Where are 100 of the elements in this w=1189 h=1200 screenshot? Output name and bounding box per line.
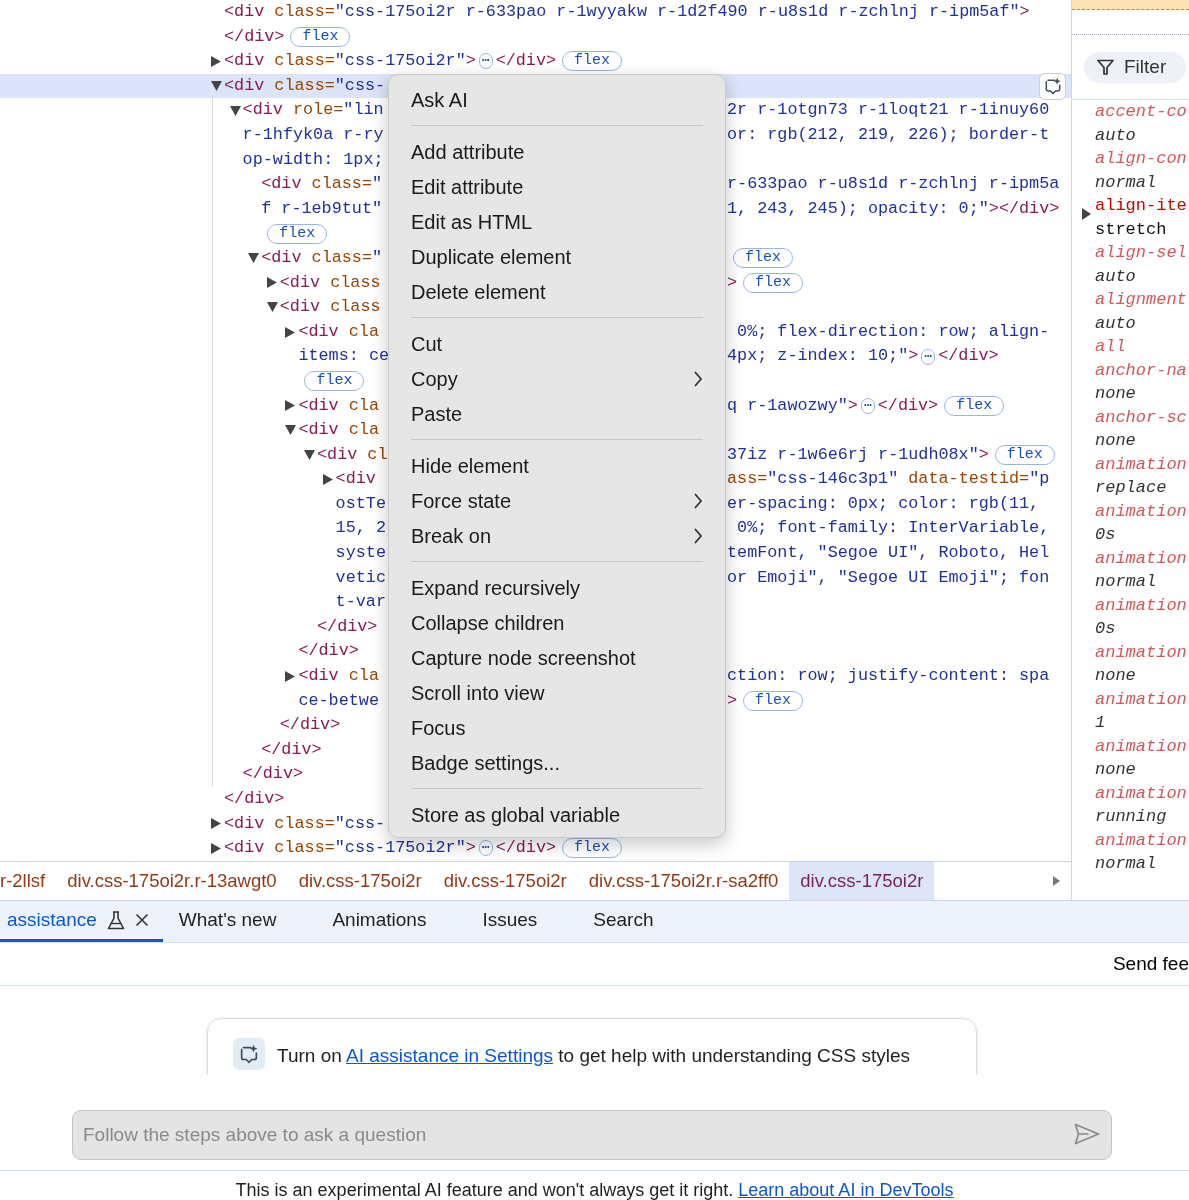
disclaimer-text: This is an experimental AI feature and won't always get it right. Learn about AI in DevTools: [234, 1179, 955, 1200]
menu-item[interactable]: Force state: [389, 483, 725, 518]
triangle-right-icon[interactable]: [1082, 207, 1091, 220]
filter-field[interactable]: Filter: [1084, 51, 1186, 83]
menu-item[interactable]: Cut: [389, 326, 725, 361]
send-feedback-button[interactable]: Send fee: [1112, 949, 1189, 979]
property-name: all: [1095, 336, 1126, 358]
triangle-down-icon[interactable]: [285, 425, 297, 436]
markup-text: temFont, "Segoe UI", Roboto, Hel: [727, 542, 1050, 565]
markup-text: <div cl: [317, 443, 388, 466]
flex-badge[interactable]: flex: [562, 51, 623, 72]
menu-item[interactable]: Badge settings...: [389, 745, 725, 780]
markup-text: ction: row; justify-content: spa: [727, 665, 1050, 688]
tab-label[interactable]: Animations: [332, 905, 427, 935]
flex-badge[interactable]: flex: [562, 838, 623, 859]
breadcrumb-item[interactable]: div.css-175oi2r: [789, 862, 935, 900]
markup-text: </div>: [495, 50, 557, 73]
triangle-down-icon[interactable]: [248, 253, 260, 264]
menu-item[interactable]: Copy: [389, 361, 725, 396]
flex-badge[interactable]: flex: [304, 371, 365, 392]
flex-badge[interactable]: flex: [743, 690, 804, 711]
tab-label[interactable]: Search: [593, 905, 654, 935]
markup-text: <div class: [279, 296, 381, 319]
property-name: alignment: [1095, 289, 1187, 311]
markup-text: >: [727, 689, 738, 712]
menu-item[interactable]: Store as global variable: [389, 797, 725, 832]
drawer-tab[interactable]: What's new: [162, 901, 317, 942]
menu-item[interactable]: Edit as HTML: [389, 204, 725, 239]
markup-text: or Emoji", "Segoe UI Emoji"; fon: [727, 566, 1050, 589]
settings-link[interactable]: AI assistance in Settings: [346, 1045, 553, 1066]
notice-text: Turn on AI assistance in Settings to get help with understanding CSS styles: [277, 1044, 910, 1068]
ellipsis-button[interactable]: ⋯: [478, 840, 493, 857]
breadcrumb-item[interactable]: r-2llsf: [0, 862, 57, 900]
send-button[interactable]: [1074, 1123, 1100, 1145]
drawer-tab[interactable]: Search: [577, 901, 694, 942]
markup-text: </div>: [279, 714, 341, 737]
ellipsis-button[interactable]: ⋯: [921, 348, 936, 365]
menu-item[interactable]: Collapse children: [389, 605, 725, 640]
markup-text: <div cla: [298, 419, 379, 442]
funnel-icon: [1097, 58, 1114, 76]
breadcrumb-item[interactable]: div.css-175oi2r.r-13awgt0: [56, 862, 288, 900]
menu-item[interactable]: Focus: [389, 710, 725, 745]
property-name: animation: [1095, 641, 1187, 664]
menu-item[interactable]: Hide element: [389, 448, 725, 483]
tab-label[interactable]: Issues: [482, 905, 538, 935]
breadcrumb-item[interactable]: div.css-175oi2r: [432, 862, 578, 900]
menu-item[interactable]: Delete element: [389, 274, 725, 309]
triangle-down-icon[interactable]: [304, 450, 315, 460]
markup-text: 0%; flex-direction: row; align-: [736, 320, 1050, 343]
triangle-down-icon[interactable]: [266, 302, 278, 313]
markup-text: <div class=": [261, 173, 383, 196]
flex-badge[interactable]: flex: [267, 223, 328, 244]
markup-text: syste: [335, 542, 386, 565]
ellipsis-button[interactable]: ⋯: [478, 53, 493, 70]
property-value: auto: [1095, 124, 1137, 147]
breadcrumb-item[interactable]: div.css-175oi2r: [287, 862, 433, 900]
triangle-right-icon[interactable]: [285, 400, 296, 412]
drawer-tab[interactable]: assistance: [0, 901, 163, 942]
chevron-right-icon: [693, 527, 703, 544]
drawer-tab[interactable]: Issues: [466, 901, 578, 942]
markup-text: 15, 2: [335, 517, 386, 540]
ellipsis-button[interactable]: ⋯: [860, 397, 875, 414]
triangle-right-icon[interactable]: [266, 277, 277, 289]
learn-more-link[interactable]: Learn about AI in DevTools: [738, 1180, 954, 1200]
menu-item[interactable]: Edit attribute: [389, 169, 725, 204]
menu-item[interactable]: Add attribute: [389, 134, 725, 169]
markup-text: ass="css-146c3p1" data-testid="p: [727, 468, 1050, 491]
flex-badge[interactable]: flex: [743, 272, 804, 293]
flex-badge[interactable]: flex: [733, 248, 793, 269]
flex-badge[interactable]: flex: [944, 395, 1005, 416]
property-value: running: [1095, 806, 1168, 828]
menu-item[interactable]: Ask AI: [389, 82, 725, 117]
markup-text: <div class=": [261, 246, 383, 269]
triangle-right-icon[interactable]: [211, 56, 221, 67]
triangle-right-icon[interactable]: [285, 326, 296, 338]
ai-chat-icon: [233, 1038, 265, 1070]
markup-text: t-var: [335, 591, 386, 614]
flex-badge[interactable]: flex: [994, 445, 1055, 465]
flex-badge[interactable]: flex: [290, 26, 351, 47]
ai-assistant-button[interactable]: [1039, 72, 1066, 100]
markup-text: </div>: [877, 394, 939, 417]
drawer-tab[interactable]: Animations: [316, 901, 467, 942]
menu-item[interactable]: Capture node screenshot: [389, 640, 725, 675]
markup-text: items: ce: [298, 345, 390, 368]
menu-item[interactable]: Duplicate element: [389, 239, 725, 274]
triangle-right-icon[interactable]: [211, 818, 221, 830]
close-tab-button[interactable]: [134, 913, 149, 927]
menu-item[interactable]: Expand recursively: [389, 570, 725, 605]
tab-label[interactable]: What's new: [178, 905, 277, 935]
breadcrumb-item[interactable]: div.css-175oi2r.r-sa2ff0: [577, 862, 790, 900]
triangle-right-icon[interactable]: [285, 670, 296, 682]
menu-item[interactable]: Break on: [389, 518, 725, 553]
triangle-down-icon[interactable]: [229, 105, 241, 116]
tab-label[interactable]: assistance: [7, 905, 97, 935]
markup-text: </div>: [495, 837, 557, 860]
triangle-right-icon[interactable]: [211, 843, 221, 854]
menu-item[interactable]: Scroll into view: [389, 675, 725, 710]
menu-item[interactable]: Paste: [389, 396, 725, 431]
triangle-down-icon[interactable]: [211, 81, 222, 92]
triangle-right-icon[interactable]: [322, 474, 333, 486]
